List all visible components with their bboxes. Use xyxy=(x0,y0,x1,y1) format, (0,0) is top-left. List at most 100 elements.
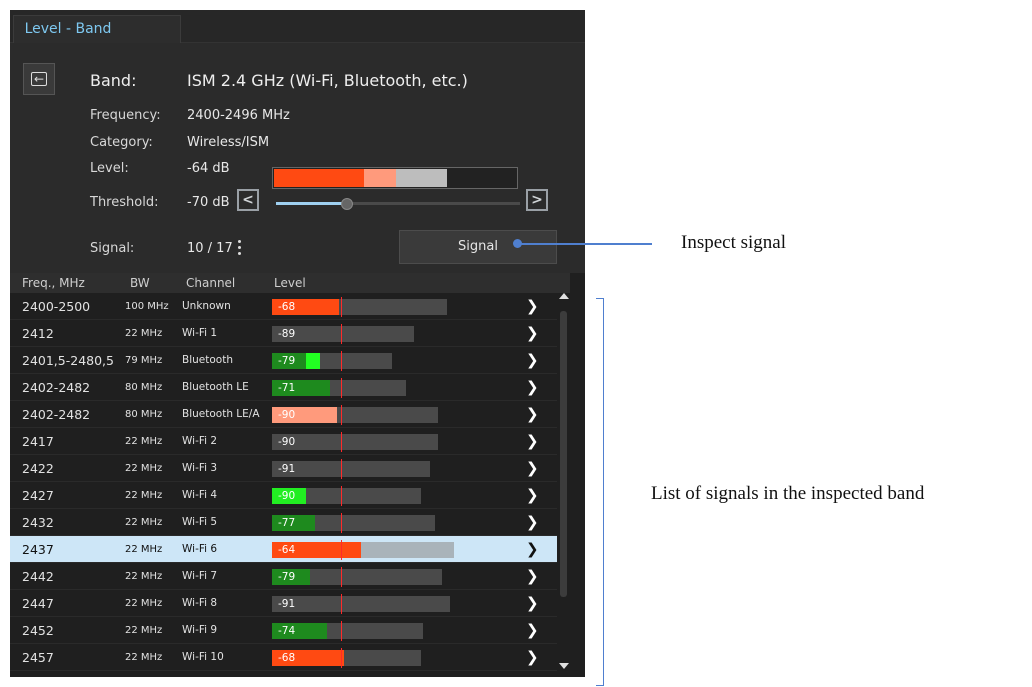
table-row[interactable]: 2402-2482 80 MHz Bluetooth LE/A -90 ❯ xyxy=(10,401,557,428)
row-level-value: -68 xyxy=(278,301,296,313)
row-channel: Wi-Fi 5 xyxy=(182,516,218,528)
chevron-right-icon[interactable]: > xyxy=(526,189,548,211)
level-label: Level: xyxy=(90,161,129,176)
row-level-value: -90 xyxy=(278,490,296,502)
row-freq: 2402-2482 xyxy=(22,407,91,422)
chevron-right-icon[interactable]: ❯ xyxy=(526,374,539,401)
row-bw: 22 MHz xyxy=(125,652,163,663)
table-row[interactable]: 2422 22 MHz Wi-Fi 3 -91 ❯ xyxy=(10,455,557,482)
scroll-down-icon[interactable] xyxy=(559,663,569,669)
row-freq: 2400-2500 xyxy=(22,299,91,314)
row-threshold-marker xyxy=(341,405,342,425)
level-bar xyxy=(272,167,518,189)
row-level-value: -79 xyxy=(278,355,296,367)
header-freq[interactable]: Freq., MHz xyxy=(22,273,85,293)
row-channel: Wi-Fi 4 xyxy=(182,489,218,501)
table-row[interactable]: 2400-2500 100 MHz Unknown -68 ❯ xyxy=(10,293,557,320)
row-channel: Bluetooth LE xyxy=(182,381,249,393)
row-level-value: -90 xyxy=(278,436,296,448)
chevron-right-icon[interactable]: ❯ xyxy=(526,644,539,671)
more-vertical-icon[interactable] xyxy=(236,239,242,259)
row-channel: Unknown xyxy=(182,300,231,312)
scroll-up-icon[interactable] xyxy=(559,293,569,299)
row-level-value: -79 xyxy=(278,571,296,583)
row-threshold-marker xyxy=(341,459,342,479)
row-level-value: -71 xyxy=(278,382,296,394)
band-label: Band: xyxy=(90,71,137,90)
signal-button[interactable]: Signal xyxy=(399,230,557,264)
row-channel: Wi-Fi 9 xyxy=(182,624,218,636)
row-channel: Wi-Fi 3 xyxy=(182,462,218,474)
chevron-right-icon[interactable]: ❯ xyxy=(526,455,539,482)
chevron-right-icon[interactable]: ❯ xyxy=(526,482,539,509)
chevron-right-icon[interactable]: ❯ xyxy=(526,509,539,536)
table-row[interactable]: 2417 22 MHz Wi-Fi 2 -90 ❯ xyxy=(10,428,557,455)
header-channel[interactable]: Channel xyxy=(186,273,235,293)
chevron-left-icon[interactable]: < xyxy=(237,189,259,211)
table-row[interactable]: 2442 22 MHz Wi-Fi 7 -79 ❯ xyxy=(10,563,557,590)
row-threshold-marker xyxy=(341,513,342,533)
row-channel: Wi-Fi 1 xyxy=(182,327,218,339)
level-value: -64 dB xyxy=(187,161,230,176)
chevron-right-icon[interactable]: ❯ xyxy=(526,401,539,428)
row-level-range xyxy=(272,434,438,450)
row-bw: 80 MHz xyxy=(125,409,163,420)
table-row[interactable]: 2412 22 MHz Wi-Fi 1 -89 ❯ xyxy=(10,320,557,347)
scroll-thumb[interactable] xyxy=(560,311,567,597)
table-row[interactable]: 2427 22 MHz Wi-Fi 4 -90 ❯ xyxy=(10,482,557,509)
back-button[interactable]: ← xyxy=(23,63,55,95)
table-row[interactable]: 2447 22 MHz Wi-Fi 8 -91 ❯ xyxy=(10,590,557,617)
table-row[interactable]: 2452 22 MHz Wi-Fi 9 -74 ❯ xyxy=(10,617,557,644)
frequency-value: 2400-2496 MHz xyxy=(187,108,290,123)
row-bw: 100 MHz xyxy=(125,301,169,312)
row-level-range xyxy=(272,596,450,612)
row-bw: 79 MHz xyxy=(125,355,163,366)
chevron-right-icon[interactable]: ❯ xyxy=(526,428,539,455)
table-row[interactable]: 2401,5-2480,5 79 MHz Bluetooth -79 ❯ xyxy=(10,347,557,374)
threshold-label: Threshold: xyxy=(90,195,159,210)
table-row[interactable]: 2432 22 MHz Wi-Fi 5 -77 ❯ xyxy=(10,509,557,536)
row-bw: 22 MHz xyxy=(125,436,163,447)
row-bw: 22 MHz xyxy=(125,571,163,582)
table-row[interactable]: 2437 22 MHz Wi-Fi 6 -64 ❯ xyxy=(10,536,557,563)
chevron-right-icon[interactable]: ❯ xyxy=(526,293,539,320)
category-value: Wireless/ISM xyxy=(187,135,270,150)
row-bw: 22 MHz xyxy=(125,463,163,474)
annotation-inspect-signal: Inspect signal xyxy=(681,232,787,253)
row-level-peak xyxy=(306,353,320,369)
row-threshold-marker xyxy=(341,324,342,344)
row-bw: 22 MHz xyxy=(125,490,163,501)
chevron-right-icon[interactable]: ❯ xyxy=(526,347,539,374)
chevron-right-icon[interactable]: ❯ xyxy=(526,590,539,617)
table-row[interactable]: 2457 22 MHz Wi-Fi 10 -68 ❯ xyxy=(10,644,557,671)
chevron-right-icon[interactable]: ❯ xyxy=(526,320,539,347)
row-level-value: -68 xyxy=(278,652,296,664)
row-channel: Wi-Fi 7 xyxy=(182,570,218,582)
row-freq: 2427 xyxy=(22,488,54,503)
row-freq: 2452 xyxy=(22,623,54,638)
tab-level-band[interactable]: Level - Band xyxy=(13,15,181,43)
row-level-value: -77 xyxy=(278,517,296,529)
row-freq: 2412 xyxy=(22,326,54,341)
row-freq: 2402-2482 xyxy=(22,380,91,395)
row-threshold-marker xyxy=(341,594,342,614)
row-freq: 2432 xyxy=(22,515,54,530)
level-bar-salmon xyxy=(364,169,396,187)
chevron-right-icon[interactable]: ❯ xyxy=(526,563,539,590)
row-freq: 2442 xyxy=(22,569,54,584)
table-row[interactable]: 2402-2482 80 MHz Bluetooth LE -71 ❯ xyxy=(10,374,557,401)
chevron-right-icon[interactable]: ❯ xyxy=(526,536,539,563)
row-channel: Wi-Fi 8 xyxy=(182,597,218,609)
threshold-slider-thumb[interactable] xyxy=(341,198,353,210)
level-bar-gray xyxy=(396,169,447,187)
chevron-right-icon[interactable]: ❯ xyxy=(526,617,539,644)
header-level[interactable]: Level xyxy=(274,273,306,293)
threshold-value: -70 dB xyxy=(187,195,230,210)
header-bw[interactable]: BW xyxy=(130,273,150,293)
category-label: Category: xyxy=(90,135,153,150)
row-channel: Wi-Fi 6 xyxy=(182,543,218,555)
list-scrollbar[interactable] xyxy=(557,293,570,677)
band-value: ISM 2.4 GHz (Wi-Fi, Bluetooth, etc.) xyxy=(187,71,468,90)
row-level-value: -91 xyxy=(278,463,296,475)
signal-value: 10 / 17 xyxy=(187,241,233,256)
